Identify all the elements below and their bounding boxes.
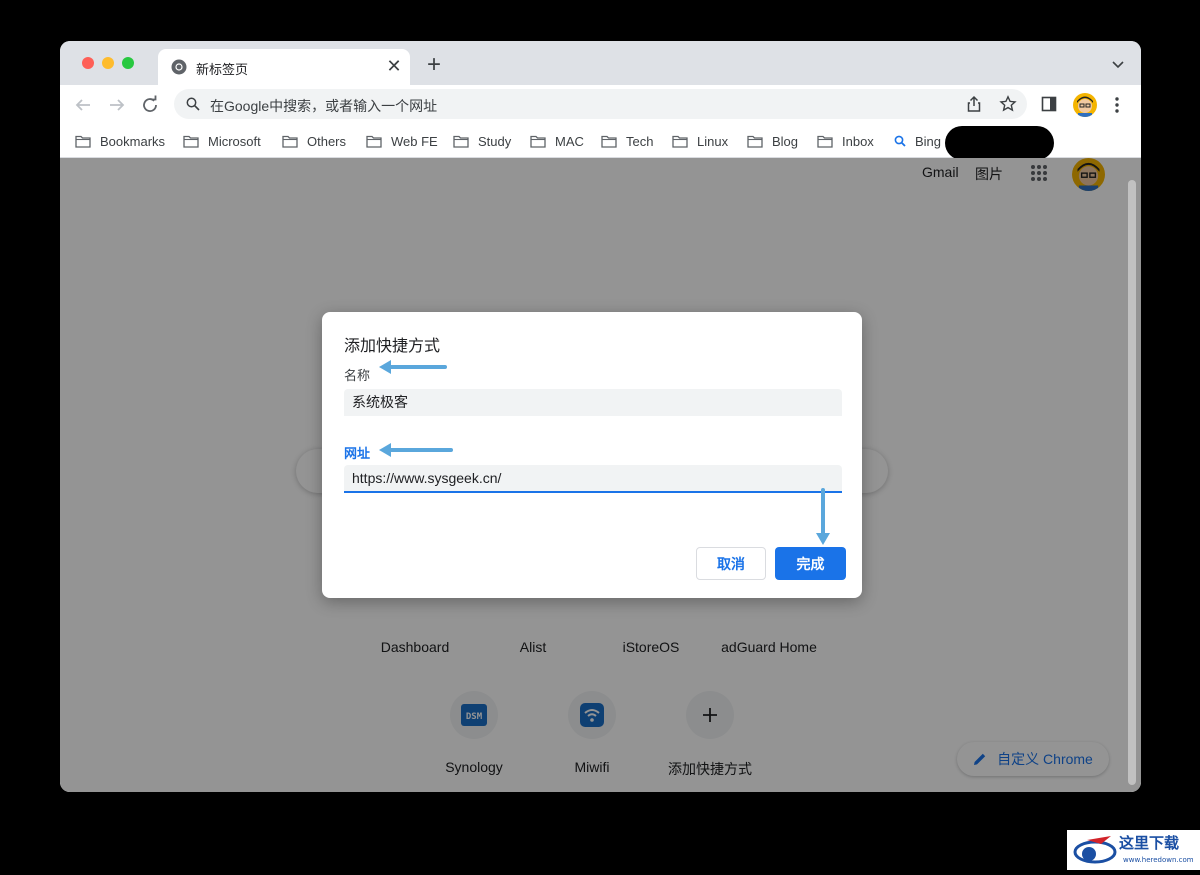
close-icon[interactable]: ✕: [384, 56, 404, 76]
bookmark-folder[interactable]: Study: [453, 130, 511, 152]
new-tab-button[interactable]: +: [422, 53, 446, 77]
bookmark-label: Linux: [697, 133, 729, 149]
folder-icon: [530, 135, 546, 148]
address-bar-placeholder: 在Google中搜索，或者输入一个网址: [210, 98, 438, 114]
bookmark-label: Others: [307, 133, 347, 149]
name-label: 名称: [344, 368, 371, 383]
tab-new-tab[interactable]: 新标签页 ✕: [158, 49, 410, 85]
bookmark-folder[interactable]: Blog: [747, 130, 798, 152]
annotation-arrow-icon: [379, 360, 447, 374]
folder-icon: [75, 135, 91, 148]
folder-icon: [183, 135, 199, 148]
chrome-icon: [171, 59, 187, 75]
annotation-arrow-icon: [816, 488, 830, 545]
folder-icon: [672, 135, 688, 148]
tab-strip: 新标签页 ✕ +: [60, 41, 1141, 85]
bookmark-label: Microsoft: [208, 133, 261, 149]
folder-icon: [366, 135, 382, 148]
search-icon: [186, 97, 200, 111]
watermark-logo: 这里下载 www.heredown.com: [1067, 830, 1200, 870]
bookmark-folder[interactable]: Web FE: [366, 130, 438, 152]
dialog-title: 添加快捷方式: [344, 338, 441, 355]
back-arrow-icon[interactable]: [71, 93, 95, 117]
annotation-arrow-icon: [379, 443, 453, 457]
scrollbar[interactable]: [1128, 180, 1136, 785]
more-vert-icon[interactable]: [1112, 94, 1122, 116]
folder-icon: [817, 135, 833, 148]
folder-icon: [747, 135, 763, 148]
bookmark-folder[interactable]: MAC: [530, 130, 584, 152]
bookmark-label: Study: [478, 133, 512, 149]
bookmark-label: Bing: [915, 133, 942, 149]
address-bar[interactable]: 在Google中搜索，或者输入一个网址: [174, 89, 1027, 119]
tab-title: 新标签页: [196, 62, 249, 77]
toolbar: 在Google中搜索，或者输入一个网址: [60, 85, 1141, 125]
zoom-window-button[interactable]: [122, 57, 134, 69]
svg-text:这里下载: 这里下载: [1119, 834, 1179, 852]
minimize-window-button[interactable]: [102, 57, 114, 69]
avatar-face-icon: [1077, 96, 1093, 117]
share-icon[interactable]: [965, 95, 983, 113]
site-logo-icon: 这里下载 www.heredown.com: [1073, 834, 1194, 864]
chevron-down-icon[interactable]: [1111, 57, 1125, 71]
search-icon: [894, 135, 906, 147]
forward-arrow-icon[interactable]: [105, 93, 129, 117]
url-label: 网址: [344, 446, 371, 461]
bookmark-label: Web FE: [391, 133, 438, 149]
name-field[interactable]: 系统极客: [344, 389, 842, 416]
bookmark-label: MAC: [555, 133, 584, 149]
bookmark-folder[interactable]: Bookmarks: [75, 130, 165, 152]
bookmark-label: Bookmarks: [100, 133, 166, 149]
redaction-block: [945, 126, 1054, 160]
cancel-button[interactable]: 取消: [696, 547, 766, 580]
folder-icon: [453, 135, 469, 148]
bookmark-folder[interactable]: Microsoft: [183, 130, 261, 152]
done-button[interactable]: 完成: [775, 547, 846, 580]
url-field[interactable]: https://www.sysgeek.cn/: [344, 465, 842, 493]
bookmark-folder[interactable]: Inbox: [817, 130, 874, 152]
bookmarks-bar: Bookmarks Microsoft Others Web FE Study …: [60, 125, 1141, 160]
bookmark-label: Inbox: [842, 133, 874, 149]
star-icon[interactable]: [999, 95, 1017, 113]
bookmark-label: Blog: [772, 133, 799, 149]
reload-icon[interactable]: [138, 93, 162, 117]
close-window-button[interactable]: [82, 57, 94, 69]
profile-avatar[interactable]: [1073, 93, 1097, 117]
side-panel-icon[interactable]: [1041, 96, 1057, 112]
bookmark-label: Tech: [626, 133, 654, 149]
folder-icon: [282, 135, 298, 148]
bookmark-link[interactable]: Bing: [894, 130, 941, 152]
bookmark-folder[interactable]: Others: [282, 130, 346, 152]
bookmark-folder[interactable]: Tech: [601, 130, 653, 152]
folder-icon: [601, 135, 617, 148]
svg-text:www.heredown.com: www.heredown.com: [1123, 856, 1194, 864]
bookmark-folder[interactable]: Linux: [672, 130, 728, 152]
